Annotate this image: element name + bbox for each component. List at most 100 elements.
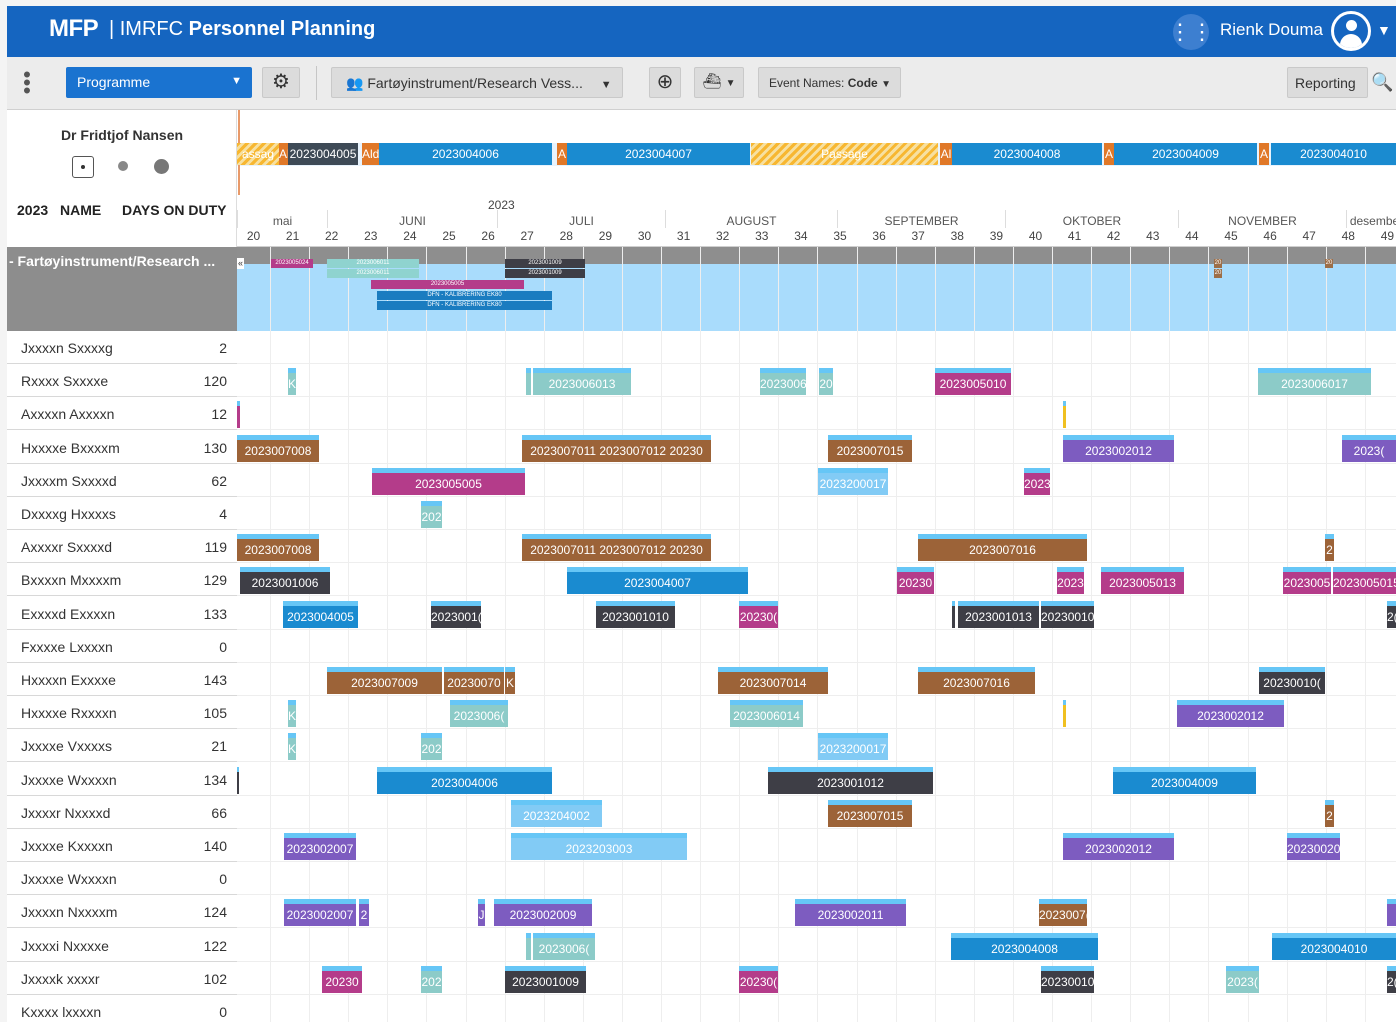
user-name[interactable]: Rienk Douma (1220, 20, 1323, 40)
vessel-event[interactable]: 2023004007 (567, 143, 750, 165)
group-summary-event[interactable]: 2023006011 (327, 269, 419, 278)
add-circle-button[interactable]: ⊕ (649, 67, 681, 98)
person-row[interactable]: Exxxxd Exxxxn 133 (7, 596, 237, 630)
assignment-bar[interactable]: 202 (421, 501, 442, 528)
assignment-bar[interactable]: 2023( (1342, 434, 1396, 462)
assignment-bar[interactable]: 2023006( (450, 700, 508, 728)
person-row[interactable]: Hxxxxn Exxxxe 143 (7, 663, 237, 696)
person-row[interactable]: Jxxxxr Nxxxxd 66 (7, 795, 237, 829)
assignment-bar[interactable]: 2023001013 (958, 600, 1039, 628)
assignment-bar[interactable]: 20230( (739, 600, 778, 628)
programme-dropdown[interactable]: Programme ▼ (66, 67, 252, 98)
group-summary-event[interactable]: 2023005024 (271, 259, 313, 268)
assignment-bar[interactable] (952, 600, 955, 628)
vessel-event[interactable]: 2023004005 (288, 143, 358, 165)
assignment-bar[interactable]: 20230020 (1287, 833, 1340, 860)
person-row[interactable]: Rxxxx Sxxxxe 120 (7, 364, 237, 398)
person-row[interactable]: Bxxxxn Mxxxxm 129 (7, 563, 237, 597)
group-summary-event[interactable]: 2023001009 (505, 259, 585, 268)
assignment-bar[interactable] (237, 766, 239, 794)
person-row[interactable]: Hxxxxe Bxxxxm 130 (7, 430, 237, 464)
person-row[interactable]: Jxxxxe Vxxxxs 21 (7, 729, 237, 763)
assignment-bar[interactable]: 2 (1325, 799, 1334, 827)
group-summary-event[interactable]: 2023005005 (371, 280, 524, 289)
assignment-bar[interactable]: 2023005010 (935, 368, 1011, 396)
person-row[interactable]: Jxxxxi Nxxxxe 122 (7, 928, 237, 962)
assignment-bar[interactable]: 2023001010 (596, 600, 675, 628)
vessel-event[interactable]: A (1104, 143, 1114, 165)
assignment-bar[interactable]: 2023006( (533, 932, 595, 960)
view-medium-toggle[interactable] (118, 161, 128, 171)
person-row[interactable]: Fxxxxe Lxxxxn 0 (7, 629, 237, 663)
assignment-bar[interactable]: 2023004010 (1272, 932, 1396, 960)
vessel-ship-dropdown[interactable]: ⛴ ▼ (694, 67, 744, 98)
group-header-row[interactable]: - Fartøyinstrument/Research ... (7, 247, 237, 331)
vessel-event[interactable]: 2023004010 (1271, 143, 1396, 165)
assignment-bar[interactable] (237, 401, 240, 429)
assignment-bar[interactable]: 20 (819, 368, 833, 396)
assignment-bar[interactable]: 2023 (1057, 567, 1084, 595)
group-summary-event[interactable]: DFN - KALIBRERING EK80 (377, 291, 552, 300)
group-summary-event[interactable]: 2023001009 (505, 269, 585, 278)
assignment-bar[interactable]: 2023007( (1039, 899, 1087, 927)
assignment-bar[interactable]: 2023( (1226, 965, 1259, 993)
assignment-bar[interactable] (526, 932, 531, 960)
assignment-bar[interactable] (1063, 401, 1066, 429)
person-row[interactable]: Jxxxxm Sxxxxd 62 (7, 463, 237, 497)
user-avatar-icon[interactable] (1331, 11, 1371, 51)
assignment-bar[interactable]: 2023007008 (237, 534, 319, 562)
vessel-event[interactable]: Ald (362, 143, 379, 165)
assignment-bar[interactable] (1063, 700, 1066, 728)
assignment-bar[interactable]: 2023007008 (237, 434, 319, 462)
assignment-bar[interactable]: 2 (1325, 534, 1334, 562)
assignment-bar[interactable]: 2023004006 (377, 766, 552, 794)
assignment-bar[interactable]: 202 (421, 965, 442, 993)
days-column-header[interactable]: DAYS ON DUTY (122, 202, 227, 218)
assignment-bar[interactable]: J (478, 899, 485, 927)
assignment-bar[interactable]: 2023001012 (768, 766, 933, 794)
person-row[interactable]: Dxxxxg Hxxxxs 4 (7, 497, 237, 530)
vessel-event[interactable]: 2023004008 (952, 143, 1102, 165)
person-row[interactable]: Axxxxr Sxxxxd 119 (7, 530, 237, 564)
person-row[interactable]: Jxxxxn Nxxxxm 124 (7, 895, 237, 929)
assignment-bar[interactable]: 2023005 (1283, 567, 1331, 595)
assignment-bar[interactable]: 2023007009 (327, 667, 442, 694)
vessel-event[interactable]: assag (237, 143, 279, 165)
person-row[interactable]: Jxxxxk xxxxr 102 (7, 961, 237, 995)
assignment-bar[interactable]: 2023004008 (951, 932, 1098, 960)
vessel-event[interactable]: Al (940, 143, 952, 165)
assignment-bar[interactable]: 2023007011 2023007012 20230 (522, 534, 711, 562)
collapse-icon[interactable]: « (237, 258, 244, 269)
reporting-button[interactable]: Reporting (1287, 67, 1368, 98)
person-row[interactable]: Hxxxxe Rxxxxn 105 (7, 696, 237, 730)
assignment-bar[interactable]: 2023005015 (1333, 567, 1396, 595)
vessel-event[interactable]: Al (279, 143, 288, 165)
assignment-bar[interactable]: 2023004005 (283, 600, 358, 628)
person-row[interactable]: Kxxxx lxxxxn 0 (7, 995, 237, 1022)
assignment-bar[interactable]: 2023002012 (1063, 833, 1174, 860)
assignment-bar[interactable]: 2023002012 (1063, 434, 1174, 462)
assignment-bar[interactable]: 2023004009 (1113, 766, 1256, 794)
assignment-bar[interactable]: 20230010 (1041, 600, 1094, 628)
assignment-bar[interactable]: 20230( (739, 965, 778, 993)
assignment-bar[interactable]: 2023001009 (505, 965, 586, 993)
assignment-bar[interactable]: K (288, 368, 296, 396)
event-names-dropdown[interactable]: Event Names: Code ▼ (758, 67, 901, 98)
assignment-bar[interactable]: 2023006013 (533, 368, 631, 396)
name-column-header[interactable]: NAME (60, 202, 101, 218)
assignment-bar[interactable]: 2023005005 (372, 467, 525, 495)
group-summary-event[interactable]: 2023006011 (327, 259, 419, 268)
assignment-bar[interactable]: 202 (421, 733, 442, 761)
vessel-event[interactable]: A (557, 143, 567, 165)
assignment-bar[interactable]: 2023002007 (284, 833, 356, 860)
person-row[interactable]: Jxxxxe Wxxxxn 0 (7, 862, 237, 896)
assignment-bar[interactable]: 2023002007 (284, 899, 356, 927)
zoom-search-icon[interactable]: 🔍 (1371, 72, 1393, 93)
assignment-bar[interactable]: 2023002012 (1177, 700, 1284, 728)
fartoy-dropdown[interactable]: 👥 Fartøyinstrument/Research Vess... ▼ (331, 67, 623, 98)
assignment-bar[interactable]: 20230070 (444, 667, 504, 694)
assignment-bar[interactable]: 2023200017 (818, 467, 888, 495)
settings-gear-icon[interactable]: ⚙ (262, 67, 300, 98)
person-row[interactable]: Jxxxxn Sxxxxg 2 (7, 331, 237, 364)
vessel-event[interactable]: 2023004009 (1114, 143, 1257, 165)
